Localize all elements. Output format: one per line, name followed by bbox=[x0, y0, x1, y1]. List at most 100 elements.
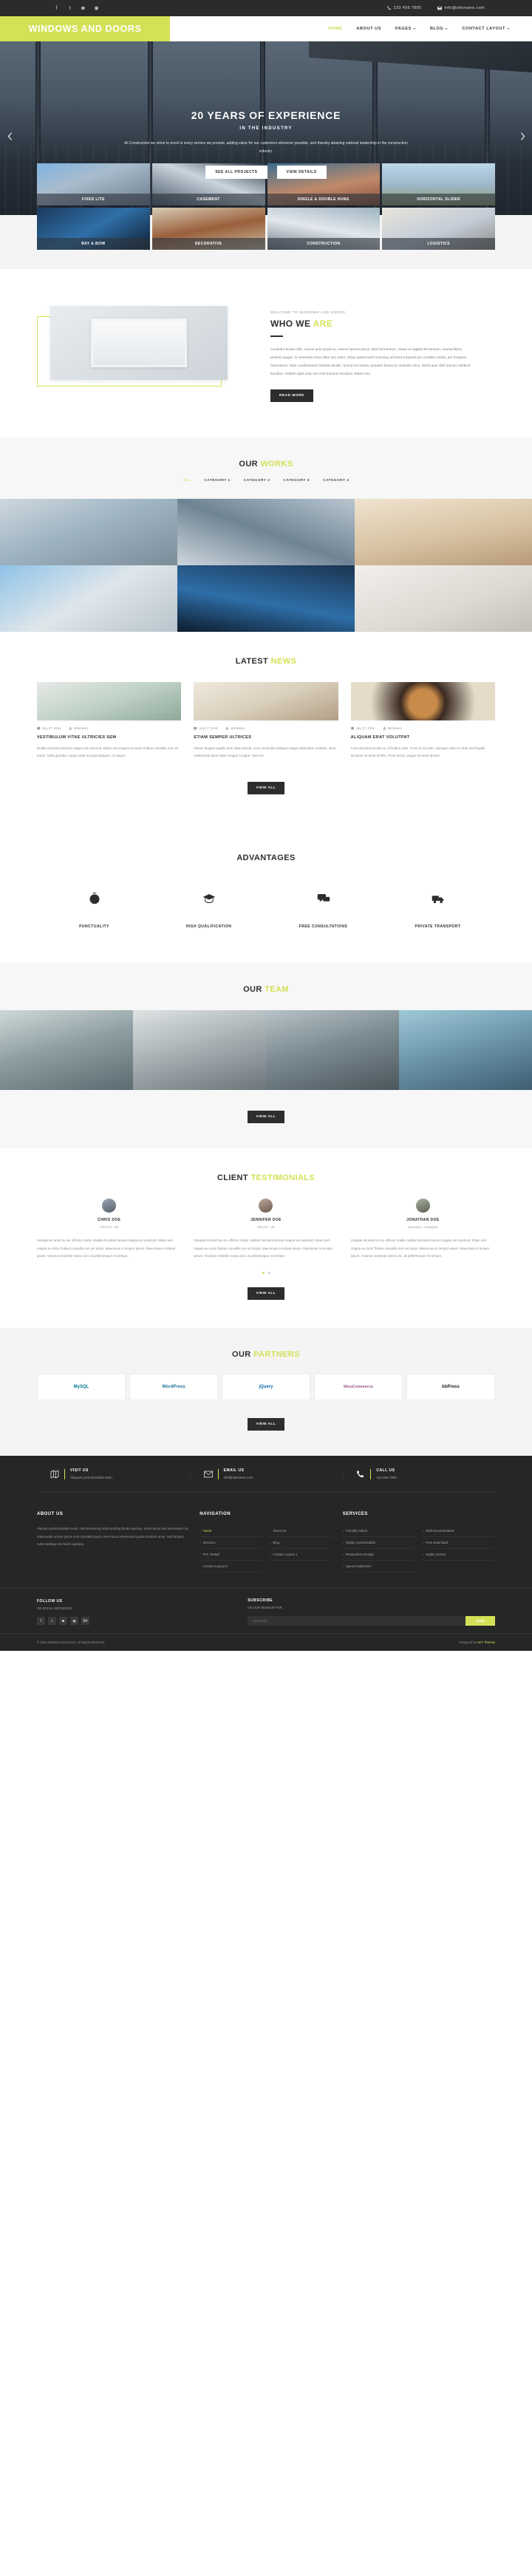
carousel-dot-active[interactable] bbox=[262, 1271, 265, 1275]
work-item[interactable] bbox=[0, 565, 177, 633]
footer-link-friendly-admin[interactable]: › Friendly Admin bbox=[342, 1525, 415, 1538]
user-icon bbox=[225, 727, 229, 730]
footer-link-speed-optimized[interactable]: › Speed Optimized bbox=[342, 1561, 415, 1573]
works-filter-list: ALL CATEGORY 1 CATEGORY 2 CATEGORY 3 CAT… bbox=[37, 479, 495, 483]
see-all-projects-button[interactable]: SEE ALL PROJECTS bbox=[205, 166, 267, 179]
partner-logo-text: WooCommerce bbox=[343, 1385, 374, 1390]
newsletter-send-button[interactable]: SEND bbox=[465, 1616, 495, 1626]
hero-prev-button[interactable] bbox=[4, 129, 15, 145]
follow-title: FOLLOW US bbox=[37, 1599, 63, 1604]
carousel-dot[interactable] bbox=[267, 1271, 270, 1275]
category-card[interactable]: DECORATIVE bbox=[151, 208, 265, 250]
news-title-accent: NEWS bbox=[270, 657, 297, 667]
who-we-are-section: WELCOME TO WINDOWS AND DOORS WHO WE ARE … bbox=[0, 269, 532, 438]
calendar-icon bbox=[350, 726, 354, 730]
advantage-label: PUNCTUALITY bbox=[79, 924, 109, 930]
filter-category-4[interactable]: CATEGORY 4 bbox=[323, 479, 349, 483]
user-icon bbox=[69, 727, 72, 730]
partner-logo[interactable]: jQuery bbox=[222, 1374, 310, 1401]
nav-item-contact-layout[interactable]: CONTACT LAYOUT bbox=[462, 27, 510, 31]
category-card[interactable]: LOGISTICS bbox=[382, 208, 495, 250]
footer-link-highly-secure[interactable]: › Highly Secure bbox=[422, 1549, 495, 1561]
team-member[interactable] bbox=[266, 1010, 399, 1091]
footer-link-blog[interactable]: › Blog bbox=[269, 1537, 332, 1550]
filter-category-1[interactable]: CATEGORY 1 bbox=[204, 479, 231, 483]
footer-link-free-download[interactable]: › Free Download bbox=[422, 1537, 495, 1550]
partner-logo[interactable]: MySQL bbox=[37, 1374, 126, 1401]
footer-link-about-us[interactable]: › About Us bbox=[269, 1525, 332, 1538]
advantages-title: ADVANTAGES bbox=[236, 853, 296, 863]
newsletter-email-input[interactable] bbox=[248, 1616, 466, 1626]
footer-contact-value[interactable]: info@sitename.com bbox=[224, 1476, 253, 1479]
topbar-phone[interactable]: 233 456 7895 bbox=[386, 6, 422, 10]
nav-item-about-us[interactable]: ABOUT US bbox=[356, 27, 381, 31]
nav-item-home[interactable]: HOME bbox=[328, 27, 342, 31]
works-title: OUR WORKS bbox=[37, 460, 495, 468]
nav-item-pages[interactable]: PAGES bbox=[395, 27, 416, 31]
filter-all[interactable]: ALL bbox=[183, 479, 191, 483]
category-card[interactable]: BAY & BOW bbox=[37, 208, 150, 250]
twitter-icon[interactable]: t bbox=[66, 5, 73, 12]
latest-news-section: LATEST NEWS July 27, 2018 Windows1 VESTI… bbox=[0, 632, 532, 825]
partner-logo[interactable]: WordPress bbox=[129, 1374, 218, 1401]
twitter-icon[interactable]: t bbox=[48, 1617, 56, 1626]
footer-contact-value[interactable]: 123 456 7890 bbox=[376, 1476, 397, 1479]
view-details-button[interactable]: VIEW DETAILS bbox=[276, 166, 327, 179]
hero-next-button[interactable] bbox=[517, 129, 528, 145]
work-item[interactable] bbox=[355, 565, 532, 633]
credit-name[interactable]: AKT Themes bbox=[477, 1640, 495, 1644]
instagram-icon[interactable]: ◙ bbox=[59, 1617, 67, 1626]
footer-link-well-documentated[interactable]: › Well Documentated bbox=[422, 1525, 495, 1538]
logo-container[interactable]: WINDOWS AND DOORS bbox=[0, 16, 170, 41]
advantages-grid: PUNCTUALITY HIGH QUALIFICATION FREE CONS… bbox=[37, 889, 495, 929]
testimonials-container: CLIENT TESTIMONIALS CHRIS DOE Chief Art … bbox=[37, 1173, 495, 1301]
footer-link-contact-layout-1[interactable]: › Contact Layout 1 bbox=[269, 1549, 332, 1561]
footer-link-services[interactable]: › Services bbox=[200, 1537, 262, 1550]
behance-icon[interactable]: Bē bbox=[81, 1617, 89, 1626]
news-view-all-button[interactable]: VIEW ALL bbox=[247, 782, 285, 795]
team-member[interactable] bbox=[0, 1010, 133, 1091]
team-member[interactable] bbox=[399, 1010, 532, 1091]
footer-link-highly-customizable[interactable]: › Highly Customizable bbox=[342, 1537, 415, 1550]
footer-link-home[interactable]: › Home bbox=[200, 1525, 262, 1538]
works-grid bbox=[0, 499, 532, 633]
testimonials-title: CLIENT TESTIMONIALS bbox=[37, 1173, 495, 1182]
filter-category-3[interactable]: CATEGORY 3 bbox=[283, 479, 310, 483]
news-grid: July 27, 2018 Windows1 VESTIBULUM VITAE … bbox=[37, 682, 495, 760]
phone-icon bbox=[386, 6, 391, 10]
work-item[interactable] bbox=[177, 499, 355, 566]
work-item[interactable] bbox=[355, 499, 532, 566]
site-header: WINDOWS AND DOORS HOME ABOUT US PAGES BL… bbox=[0, 16, 532, 41]
instagram-icon[interactable]: ◙ bbox=[80, 5, 86, 12]
dribbble-icon[interactable]: ◉ bbox=[70, 1617, 78, 1626]
partner-logo[interactable]: WooCommerce bbox=[314, 1374, 403, 1401]
footer-link-contact-layout-2[interactable]: › Contact Layout 2 bbox=[200, 1561, 262, 1573]
work-item[interactable] bbox=[177, 565, 355, 633]
news-card[interactable]: July 27, 2018 Windows1 VESTIBULUM VITAE … bbox=[37, 682, 182, 760]
graduation-cap-icon bbox=[202, 894, 215, 904]
team-view-all-button[interactable]: VIEW ALL bbox=[247, 1111, 285, 1124]
news-meta: July 27, 2018 Windows1 bbox=[194, 726, 338, 730]
nav-item-blog[interactable]: BLOG bbox=[430, 27, 449, 31]
footer-link-responsive-design[interactable]: › Responsive Design bbox=[342, 1549, 415, 1561]
topbar-email[interactable]: info@sitename.com bbox=[437, 6, 485, 10]
dribbble-icon[interactable]: ◉ bbox=[93, 5, 100, 12]
testimonials-view-all-button[interactable]: VIEW ALL bbox=[247, 1287, 285, 1301]
partner-logo[interactable]: bbPress bbox=[406, 1374, 495, 1401]
facebook-icon[interactable]: f bbox=[53, 5, 60, 12]
partners-view-all-button[interactable]: VIEW ALL bbox=[247, 1418, 285, 1431]
nav-label: HOME bbox=[328, 27, 343, 31]
team-member[interactable] bbox=[133, 1010, 266, 1091]
read-more-button[interactable]: READ MORE bbox=[270, 389, 313, 403]
work-item[interactable] bbox=[0, 499, 177, 566]
filter-category-2[interactable]: CATEGORY 2 bbox=[244, 479, 270, 483]
facebook-icon[interactable]: f bbox=[37, 1617, 45, 1626]
news-card[interactable]: July 27, 2018 Windows1 ALIQUAM ERAT VOLU… bbox=[350, 682, 495, 760]
category-label: CASEMENT bbox=[197, 197, 220, 202]
avatar bbox=[102, 1199, 117, 1213]
category-card[interactable]: CONSTRUCTION bbox=[267, 208, 381, 250]
news-card[interactable]: July 27, 2018 Windows1 ETIAM SEMPER ULTR… bbox=[194, 682, 338, 760]
envelope-icon bbox=[437, 6, 443, 10]
footer-link-rtl-tested[interactable]: › RTL Tested bbox=[200, 1549, 262, 1561]
news-title-main: LATEST bbox=[235, 657, 271, 667]
